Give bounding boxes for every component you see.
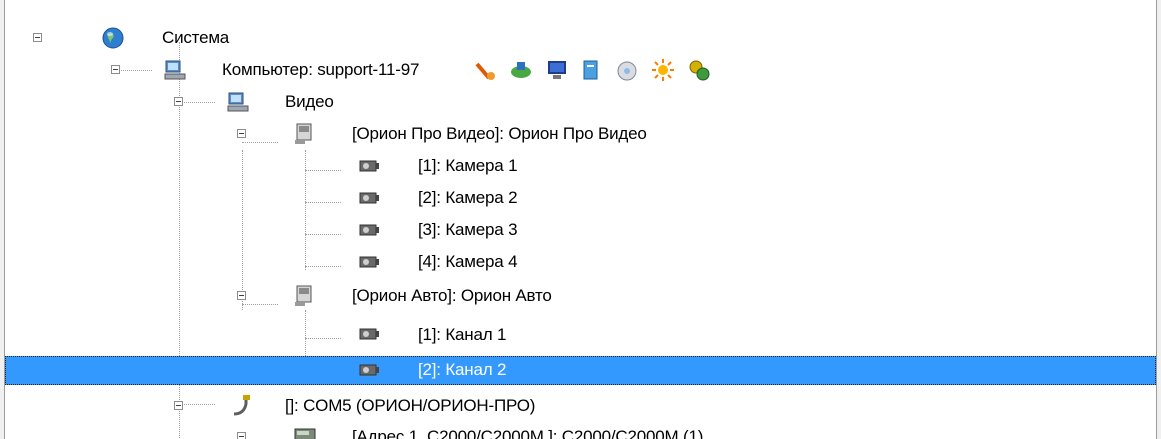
tree-node-label: [1]: Канал 1 (418, 325, 507, 344)
tree-node-camera[interactable]: [2]: Камера 2 (5, 182, 1156, 214)
tree-node-label: [4]: Камера 4 (418, 252, 518, 271)
tree-node-label: Система (162, 28, 230, 47)
collapse-toggle[interactable] (174, 97, 183, 106)
tree-node-com-port[interactable]: []: COM5 (ОРИОН/ОРИОН-ПРО) (5, 390, 1156, 422)
tree-node-camera[interactable]: [4]: Камера 4 (5, 246, 1156, 278)
camera-icon (359, 364, 379, 376)
monitor-icon[interactable] (545, 58, 569, 82)
video-group-icon (227, 92, 249, 112)
tree-node-label: Компьютер: support-11-97 (222, 60, 420, 79)
collapse-toggle[interactable] (174, 401, 183, 410)
tree-node-camera[interactable]: [1]: Камера 1 (5, 150, 1156, 182)
camera-icon (359, 192, 379, 204)
tree-node-label: Видео (285, 92, 334, 111)
tree-node-computer[interactable]: Компьютер: support-11-97 (5, 54, 1156, 86)
tree-node-label: [Орион Авто]: Орион Авто (352, 286, 552, 305)
video-server-icon (295, 123, 312, 144)
tree-node-channel[interactable]: [1]: Канал 1 (5, 322, 1156, 354)
tree-node-label: [3]: Камера 3 (418, 220, 518, 239)
document-icon[interactable] (579, 58, 603, 82)
camera-icon (359, 256, 379, 268)
globe-icon (102, 27, 124, 49)
tree-node-video[interactable]: Видео (5, 86, 1156, 118)
network-icon[interactable] (509, 58, 533, 82)
camera-icon (359, 160, 379, 172)
gear-icon[interactable] (687, 58, 711, 82)
computer-icon (164, 60, 186, 80)
controller-icon (294, 428, 316, 439)
collapse-toggle[interactable] (111, 65, 120, 74)
tree-node-system[interactable]: Система (5, 22, 1156, 54)
tree-node-label: [1]: Камера 1 (418, 156, 518, 175)
tree-node-controller[interactable]: [Адрес 1, С2000/С2000М ]: С2000/С2000М (… (5, 421, 1156, 439)
tree-node-orion-pro-video[interactable]: [Орион Про Видео]: Орион Про Видео (5, 118, 1156, 150)
device-tree[interactable]: Система Компьютер: support-11-97 Видео [… (4, 0, 1157, 439)
tree-node-channel-selected[interactable]: [2]: Канал 2 (5, 356, 1156, 385)
tree-node-label: [2]: Камера 2 (418, 188, 518, 207)
collapse-toggle[interactable] (33, 33, 42, 42)
antenna-icon[interactable] (473, 58, 497, 82)
tree-node-camera[interactable]: [3]: Камера 3 (5, 214, 1156, 246)
tree-node-label: [Адрес 1, С2000/С2000М ]: С2000/С2000М (… (352, 427, 704, 439)
video-server-icon (295, 285, 312, 306)
tree-node-label: [Орион Про Видео]: Орион Про Видео (352, 124, 647, 143)
disc-icon[interactable] (615, 58, 639, 82)
camera-icon (359, 224, 379, 236)
cable-icon (233, 395, 250, 416)
tree-node-orion-auto[interactable]: [Орион Авто]: Орион Авто (5, 280, 1156, 312)
sun-icon[interactable] (651, 58, 675, 82)
camera-icon (359, 328, 379, 340)
collapse-toggle[interactable] (237, 291, 246, 300)
collapse-toggle[interactable] (237, 432, 246, 439)
tree-node-label: [2]: Канал 2 (418, 360, 507, 379)
collapse-toggle[interactable] (237, 129, 246, 138)
tree-node-label: []: COM5 (ОРИОН/ОРИОН-ПРО) (285, 396, 536, 415)
